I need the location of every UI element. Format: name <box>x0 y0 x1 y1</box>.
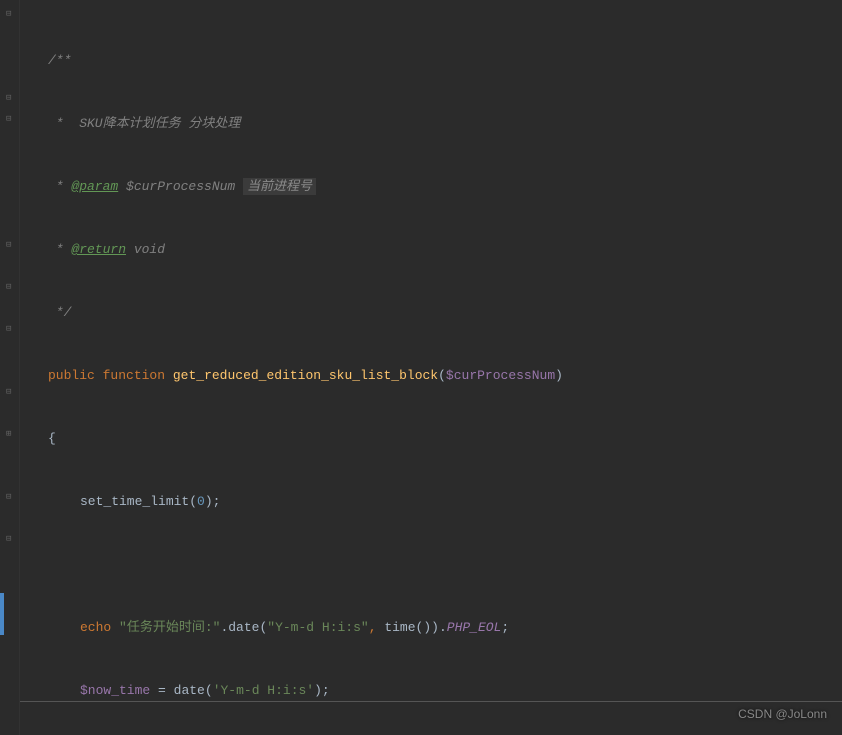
code-content[interactable]: /** * SKU降本计划任务 分块处理 * @param $curProces… <box>20 0 842 735</box>
code-editor[interactable]: ⊟ ⊟ ⊟ ⊟ ⊟ ⊟ ⊟ ⊞ ⊟ ⊟ /** * SKU降本计划任务 分块处理… <box>0 0 842 735</box>
watermark: CSDN @JoLonn <box>738 704 827 725</box>
param-description: 当前进程号 <box>243 178 316 195</box>
breakpoint-indicator[interactable] <box>0 593 4 635</box>
gutter: ⊟ ⊟ ⊟ ⊟ ⊟ ⊟ ⊟ ⊞ ⊟ ⊟ <box>0 0 20 735</box>
return-tag: @return <box>71 242 126 257</box>
doc-comment-desc: * SKU降本计划任务 分块处理 <box>48 116 240 131</box>
doc-comment-open: /** <box>48 53 71 68</box>
param-tag: @param <box>71 179 118 194</box>
function-name: get_reduced_edition_sku_list_block <box>173 368 438 383</box>
keyword-public: public <box>48 368 95 383</box>
separator-line <box>20 701 842 702</box>
